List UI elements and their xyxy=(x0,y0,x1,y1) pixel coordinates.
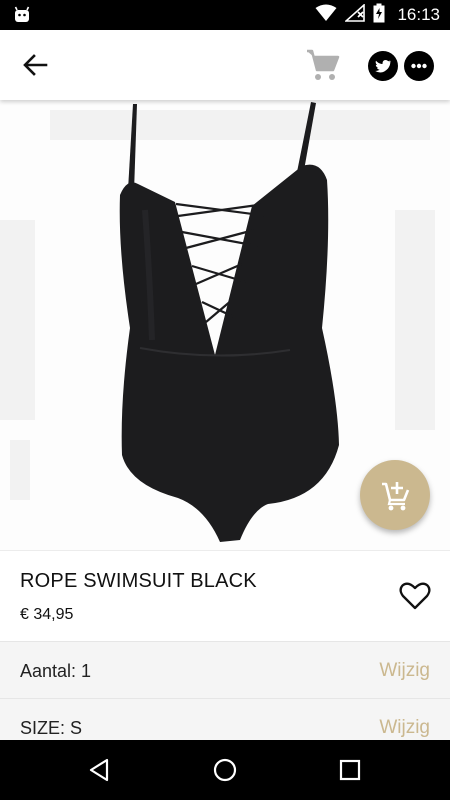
back-nav-icon[interactable] xyxy=(85,755,115,785)
recents-nav-icon[interactable] xyxy=(335,755,365,785)
size-label: SIZE: S xyxy=(20,718,83,738)
clock: 16:13 xyxy=(397,5,440,24)
add-shopping-cart-icon xyxy=(360,482,430,534)
product-info: ROPE SWIMSUIT BLACK € 34,95 xyxy=(0,550,450,641)
shopping-cart-icon[interactable] xyxy=(305,48,341,82)
add-to-cart-button[interactable] xyxy=(360,460,430,530)
navigation-bar xyxy=(0,740,450,800)
wifi-icon xyxy=(315,4,337,27)
change-quantity-link[interactable]: Wijzig xyxy=(379,660,430,682)
more-icon[interactable] xyxy=(404,51,434,81)
app-toolbar xyxy=(0,30,450,100)
status-bar: 16:13 xyxy=(0,0,450,30)
android-debug-icon xyxy=(12,5,32,30)
twitter-icon[interactable] xyxy=(368,51,398,81)
favorite-heart-icon[interactable] xyxy=(399,581,431,611)
home-nav-icon[interactable] xyxy=(210,755,240,785)
arrow-back-icon[interactable] xyxy=(20,52,50,78)
product-name: ROPE SWIMSUIT BLACK xyxy=(20,570,257,592)
change-size-link[interactable]: Wijzig xyxy=(379,717,430,739)
quantity-label: Aantal: 1 xyxy=(20,661,92,681)
product-price: € 34,95 xyxy=(20,606,74,623)
quantity-row: Aantal: 1 Wijzig xyxy=(0,641,450,699)
signal-icon xyxy=(344,2,366,27)
battery-charging-icon xyxy=(373,3,385,28)
